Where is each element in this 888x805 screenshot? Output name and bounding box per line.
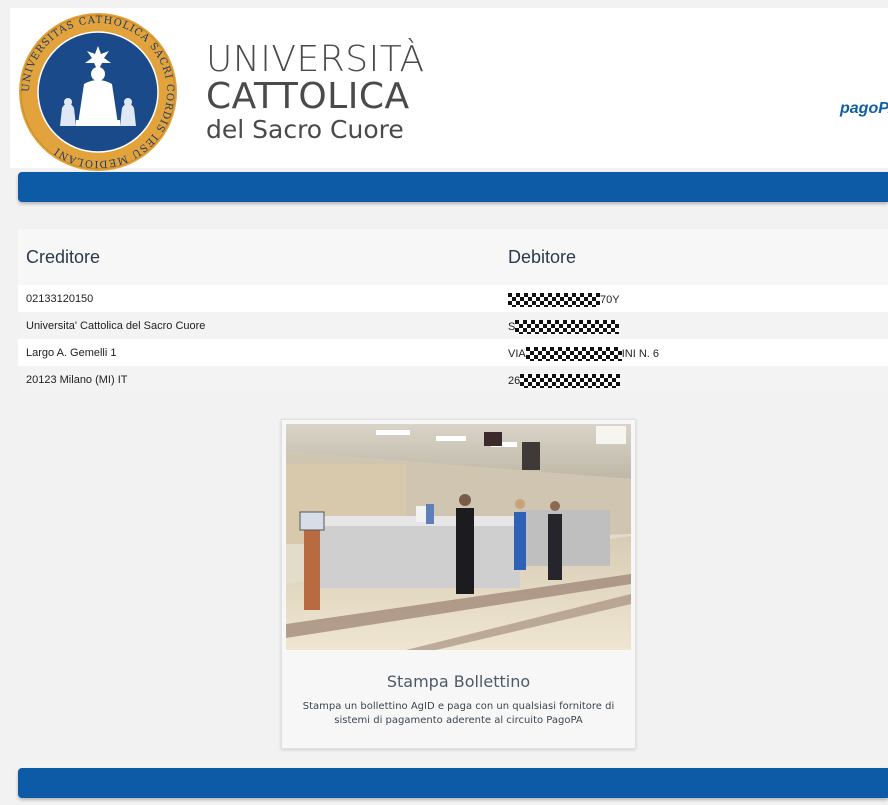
debtor-name: S xyxy=(508,320,620,334)
creditor-address: Largo A. Gemelli 1 xyxy=(26,347,117,359)
creditor-debtor-table: Creditore Debitore 02133120150 70Y Unive… xyxy=(18,229,888,393)
redacted-block xyxy=(515,320,620,334)
top-blue-bar xyxy=(18,172,888,202)
table-row: 20123 Milano (MI) IT 26 xyxy=(18,366,888,393)
page: UNIVERSITAS CATHOLICA SACRI CORDIS IESU … xyxy=(10,8,888,805)
bottom-blue-bar xyxy=(18,768,888,798)
redacted-block xyxy=(525,347,622,361)
pagopa-logo: pagoPA xyxy=(840,100,888,117)
bank-counter-photo xyxy=(286,424,631,650)
redacted-block xyxy=(508,293,600,307)
wordmark-line-1: UNIVERSITÀ xyxy=(206,39,425,80)
table-row: 02133120150 70Y xyxy=(18,285,888,312)
creditor-tax-code: 02133120150 xyxy=(26,293,94,305)
table-header: Creditore Debitore xyxy=(18,229,888,285)
debtor-tax-code: 70Y xyxy=(508,293,620,307)
wordmark-line-3: del Sacro Cuore xyxy=(206,115,404,144)
creditor-name: Universita' Cattolica del Sacro Cuore xyxy=(26,320,206,332)
wordmark-line-2: CATTOLICA xyxy=(206,76,410,117)
creditor-city: 20123 Milano (MI) IT xyxy=(26,374,128,386)
card-description: Stampa un bollettino AgID e paga con un … xyxy=(302,701,615,726)
card-title: Stampa Bollettino xyxy=(386,672,531,691)
header: UNIVERSITAS CATHOLICA SACRI CORDIS IESU … xyxy=(10,8,888,171)
table-row: Universita' Cattolica del Sacro Cuore S xyxy=(18,312,888,339)
creditor-heading: Creditore xyxy=(26,247,101,267)
redacted-block xyxy=(520,374,621,388)
university-seal-logo: UNIVERSITAS CATHOLICA SACRI CORDIS IESU … xyxy=(19,13,177,171)
debtor-heading: Debitore xyxy=(508,247,577,267)
debtor-address: VIA INI N. 6 xyxy=(508,347,660,361)
university-wordmark: UNIVERSITÀ CATTOLICA del Sacro Cuore xyxy=(206,39,425,144)
table-row: Largo A. Gemelli 1 VIA INI N. 6 xyxy=(18,339,888,366)
debtor-city: 26 xyxy=(508,374,621,388)
stampa-bollettino-card[interactable]: Stampa Bollettino Stampa un bollettino A… xyxy=(281,419,636,749)
